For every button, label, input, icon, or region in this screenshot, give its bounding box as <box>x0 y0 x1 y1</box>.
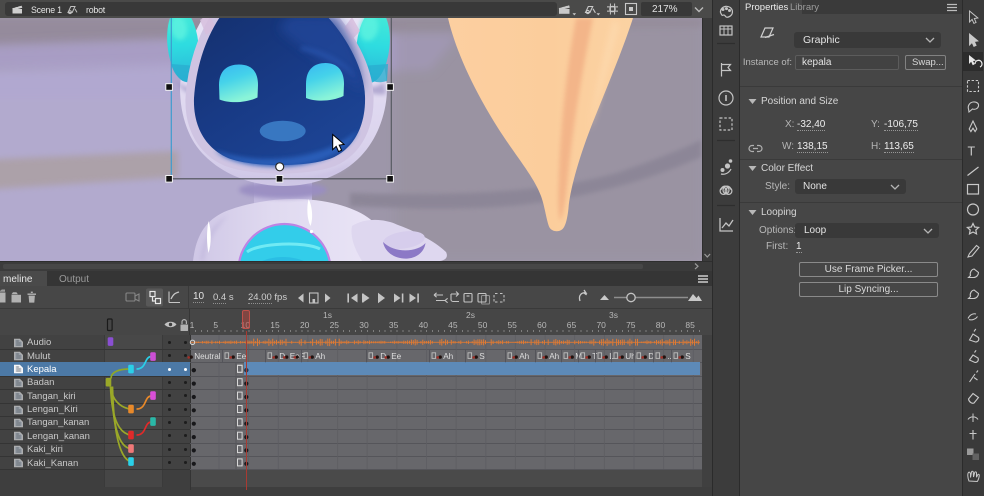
svg-text:Ah: Ah <box>443 352 453 361</box>
svg-text:Ah: Ah <box>549 352 559 361</box>
svg-text:Ah: Ah <box>315 352 325 361</box>
svg-text:T: T <box>968 145 976 159</box>
svg-text:S: S <box>479 352 485 361</box>
svg-text:T: T <box>592 352 597 361</box>
svg-text:Neutral: Neutral <box>194 352 221 361</box>
svg-text:Ah: Ah <box>519 352 529 361</box>
svg-text:Ee: Ee <box>391 352 401 361</box>
svg-text:S: S <box>685 352 691 361</box>
